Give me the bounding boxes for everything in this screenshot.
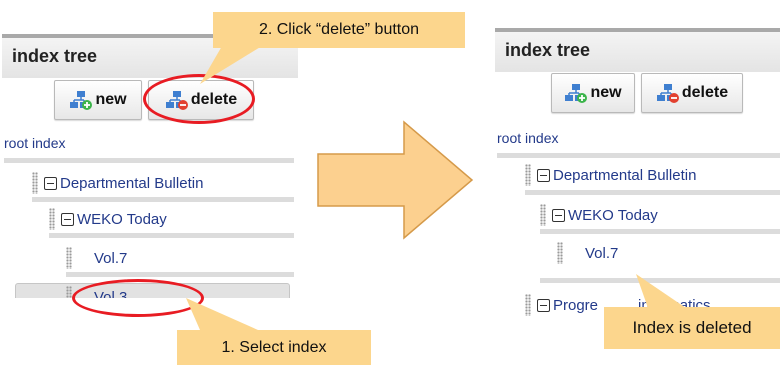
new-button-label: new [95, 91, 127, 108]
root-index-link[interactable]: root index [4, 135, 65, 151]
callout-step1: 1. Select index [177, 330, 371, 365]
divider [525, 190, 780, 195]
tree-node-vol7[interactable]: Vol.7 [66, 243, 127, 273]
drag-handle-icon[interactable] [525, 164, 531, 186]
delete-index-icon [656, 84, 679, 103]
new-index-icon [70, 91, 93, 110]
drag-handle-icon[interactable] [557, 242, 563, 264]
drag-handle-icon[interactable] [32, 172, 38, 194]
tree-node-vol7[interactable]: Vol.7 [557, 238, 618, 268]
root-index-link[interactable]: root index [497, 130, 558, 146]
new-index-icon [565, 84, 588, 103]
divider [497, 153, 780, 158]
divider [32, 197, 294, 202]
new-button-label: new [590, 84, 622, 101]
drag-handle-icon[interactable] [66, 247, 72, 269]
divider [4, 158, 294, 163]
delete-button-label: delete [681, 84, 729, 101]
panel-title: index tree [12, 46, 98, 66]
tree-node-label: WEKO Today [568, 206, 658, 224]
tree-node-weko-today[interactable]: WEKO Today [49, 204, 167, 234]
callout-result: Index is deleted [604, 307, 780, 349]
tree-node-label: Vol.7 [94, 249, 128, 267]
tree-node-departmental-bulletin[interactable]: Departmental Bulletin [32, 168, 203, 198]
callout-step2-pointer [200, 46, 262, 84]
transition-arrow-icon [317, 120, 474, 240]
tree-node-label: WEKO Today [77, 210, 167, 228]
drag-handle-icon[interactable] [525, 294, 531, 316]
delete-button[interactable]: delete [641, 73, 743, 113]
callout-step1-pointer [186, 298, 258, 330]
collapse-icon[interactable] [61, 212, 74, 226]
divider [540, 229, 780, 234]
callout-step2: 2. Click “delete” button [213, 12, 465, 48]
tree-node-weko-today[interactable]: WEKO Today [540, 200, 658, 230]
drag-handle-icon[interactable] [540, 204, 546, 226]
collapse-icon[interactable] [537, 168, 550, 182]
collapse-icon[interactable] [537, 298, 550, 312]
collapse-icon[interactable] [44, 176, 57, 190]
panel-title: index tree [505, 40, 591, 60]
divider [49, 233, 294, 238]
callout-step2-text: 2. Click “delete” button [258, 21, 420, 38]
new-button[interactable]: new [551, 73, 635, 113]
callout-result-text: Index is deleted [632, 318, 752, 337]
collapse-icon[interactable] [552, 208, 565, 222]
tree-node-label: Vol.7 [585, 244, 619, 262]
divider [66, 272, 294, 277]
tree-node-departmental-bulletin[interactable]: Departmental Bulletin [525, 160, 696, 190]
tree-node-label: Departmental Bulletin [553, 166, 697, 184]
panel-header: index tree [495, 28, 780, 72]
callout-step1-text: 1. Select index [221, 338, 327, 356]
tree-node-label: Progre [553, 296, 599, 314]
callout-result-pointer [636, 274, 686, 308]
tree-node-label: Departmental Bulletin [60, 174, 204, 192]
drag-handle-icon[interactable] [49, 208, 55, 230]
new-button[interactable]: new [54, 80, 142, 120]
